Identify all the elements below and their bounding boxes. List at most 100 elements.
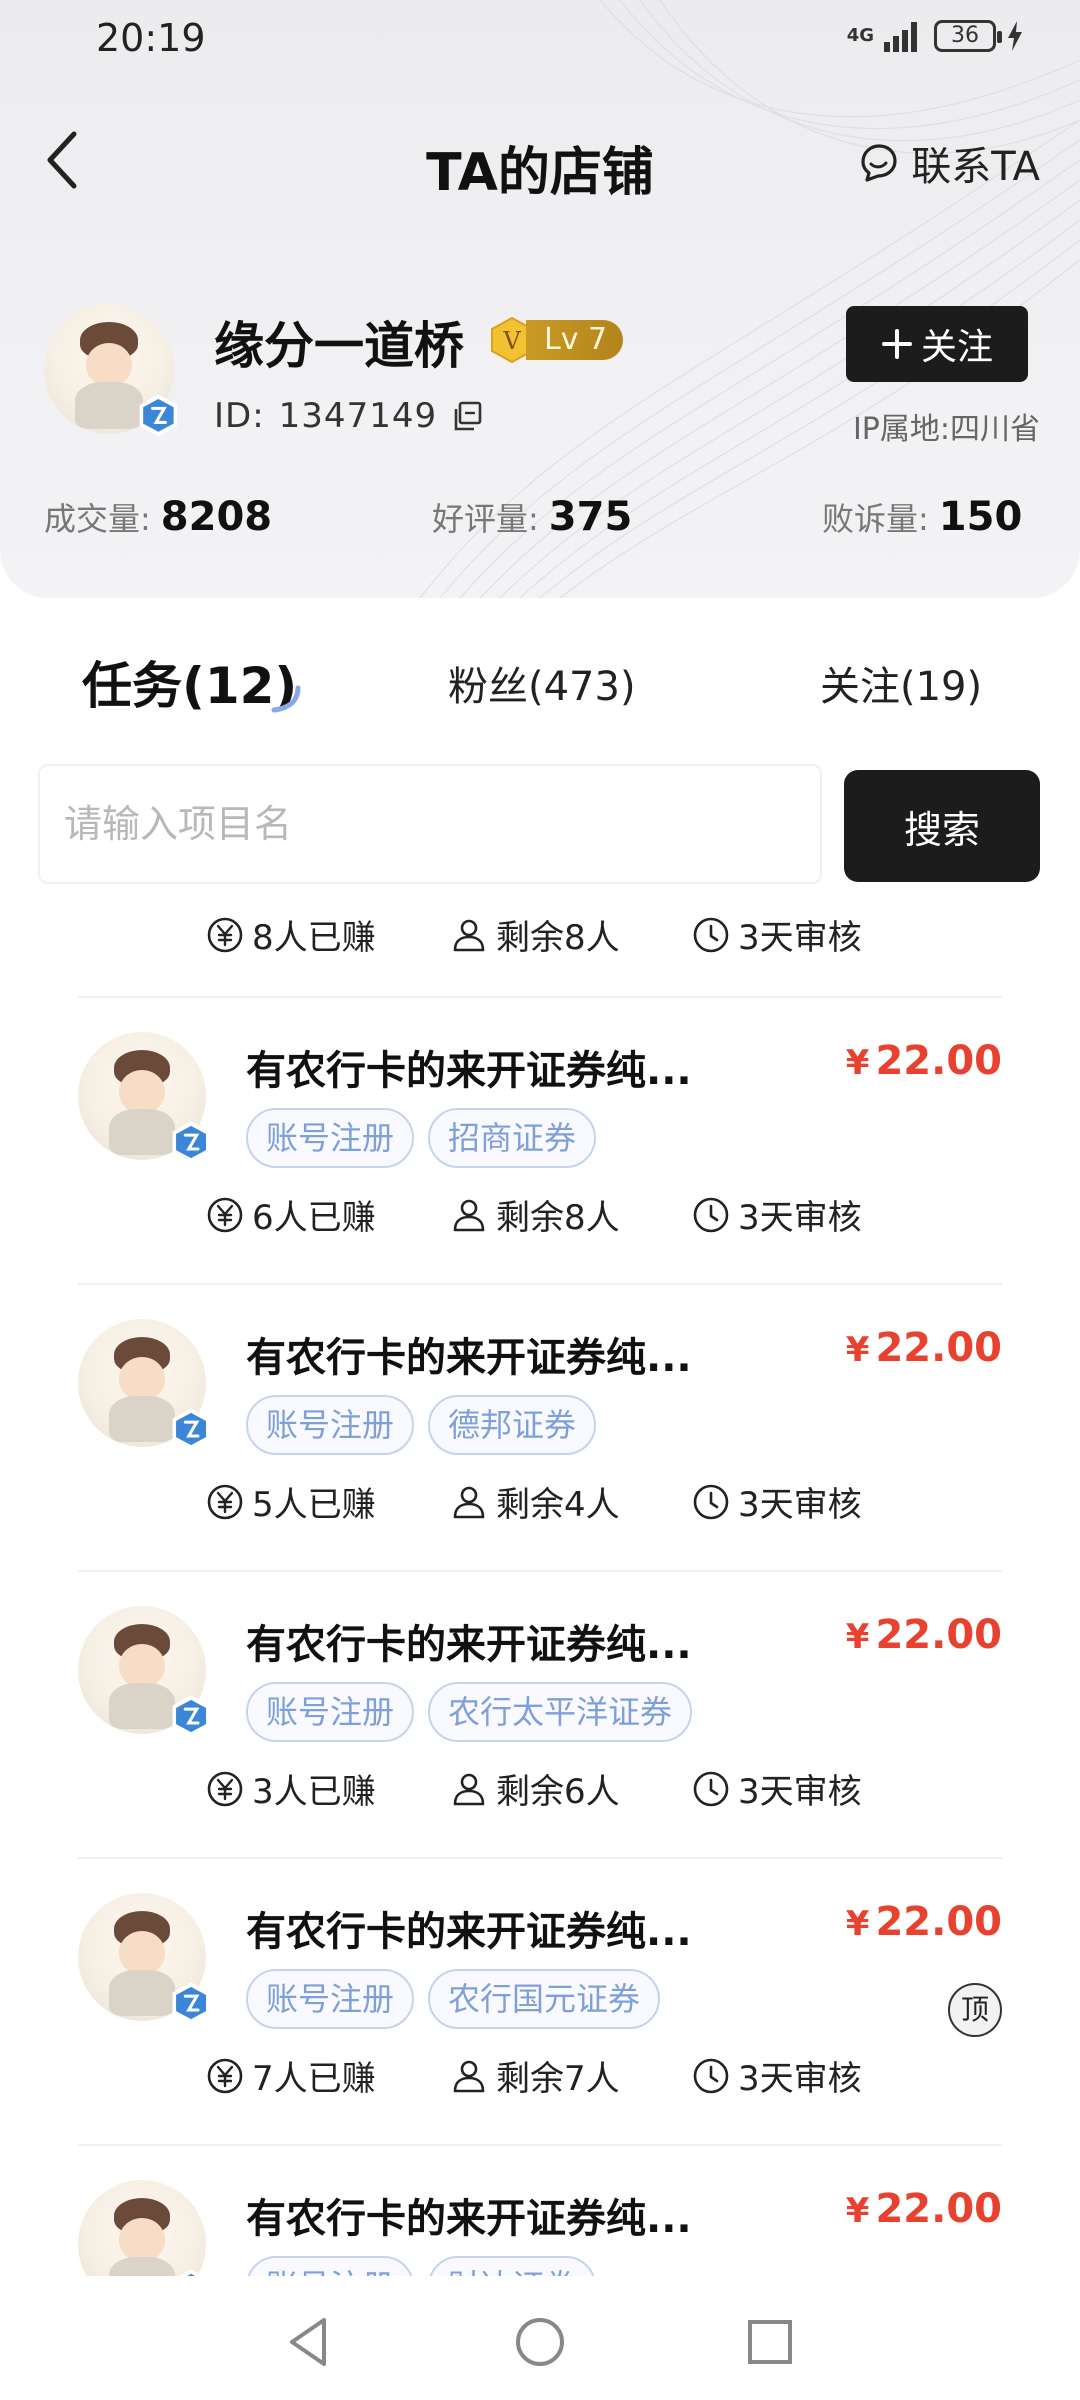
ip-location: IP属地:四川省 xyxy=(852,412,1040,447)
task-tags: 账号注册 德邦证券 xyxy=(246,1395,597,1455)
task-title: 有农行卡的来开证券纯... xyxy=(246,1909,692,1955)
stat-good-reviews: 好评量: 375 xyxy=(432,494,632,540)
earned-count: 3人已赚 xyxy=(252,1772,376,1812)
task-price: ¥22.00 xyxy=(845,2186,1002,2232)
clock-icon xyxy=(693,1197,729,1232)
contact-button[interactable]: 联系TA xyxy=(857,134,1040,192)
task-card[interactable]: 有农行卡的来开证券纯... ¥22.00 账号注册 财达证券 xyxy=(0,2146,1080,2276)
verified-shield-icon xyxy=(172,1121,210,1163)
task-avatar xyxy=(78,1893,210,2024)
charging-icon xyxy=(1008,21,1022,51)
task-tag: 招商证券 xyxy=(428,1108,597,1168)
task-tag: 账号注册 xyxy=(246,2256,415,2276)
task-price: ¥22.00 xyxy=(845,1038,1002,1084)
review-time: 3天审核 xyxy=(738,1198,862,1238)
task-avatar xyxy=(78,1319,210,1450)
search-input[interactable] xyxy=(40,766,820,882)
verified-shield-icon xyxy=(172,1408,210,1450)
task-meta: 6人已赚 剩余8人 3天审核 xyxy=(206,1190,906,1240)
tab-fans[interactable]: 粉丝(473) xyxy=(448,654,636,712)
system-back-icon[interactable] xyxy=(280,2312,340,2372)
id-value: 1347149 xyxy=(278,396,438,436)
task-meta: 7人已赚 剩余7人 3天审核 xyxy=(206,2051,906,2101)
tab-bar: 任务(12) 粉丝(473) 关注(19) xyxy=(0,640,1080,730)
review-time: 3天审核 xyxy=(738,2059,862,2099)
status-time: 20:19 xyxy=(96,16,206,60)
chat-icon xyxy=(861,144,897,182)
task-title: 有农行卡的来开证券纯... xyxy=(246,2196,692,2242)
task-title: 有农行卡的来开证券纯... xyxy=(246,1622,692,1668)
clock-icon xyxy=(693,917,729,952)
task-tags: 账号注册 财达证券 xyxy=(246,2256,597,2276)
task-tags: 账号注册 农行太平洋证券 xyxy=(246,1682,693,1742)
stat-deals: 成交量: 8208 xyxy=(44,494,272,540)
earned-count: 5人已赚 xyxy=(252,1485,376,1525)
task-meta: 3人已赚 剩余6人 3天审核 xyxy=(206,1764,906,1814)
stat-label: 成交量: xyxy=(44,500,151,538)
system-nav-bar xyxy=(0,2276,1080,2400)
signal-icon xyxy=(884,22,917,52)
svg-text:V: V xyxy=(502,327,521,355)
clock-icon xyxy=(693,1484,729,1519)
task-card[interactable]: 有农行卡的来开证券纯... ¥22.00 账号注册 农行太平洋证券 3人已赚 剩… xyxy=(0,1572,1080,1859)
verified-shield-icon xyxy=(172,1982,210,2024)
task-price: ¥22.00 xyxy=(845,1612,1002,1658)
task-tag: 账号注册 xyxy=(246,1682,415,1742)
earned-count: 6人已赚 xyxy=(252,1198,376,1238)
stat-value: 8208 xyxy=(160,494,273,540)
task-price: ¥22.00 xyxy=(845,1899,1002,1945)
profile-name: 缘分一道桥 xyxy=(214,317,464,375)
yuan-coin-icon xyxy=(207,1771,243,1806)
task-tag: 账号注册 xyxy=(246,1969,415,2029)
vip-level: Lv 7 xyxy=(526,320,624,360)
task-card[interactable]: 有农行卡的来开证券纯... ¥22.00 顶 账号注册 农行国元证券 7人已赚 … xyxy=(0,1859,1080,2146)
task-title: 有农行卡的来开证券纯... xyxy=(246,1048,692,1094)
tab-following[interactable]: 关注(19) xyxy=(820,654,982,712)
person-icon xyxy=(453,1773,485,1805)
review-time: 3天审核 xyxy=(738,1485,862,1525)
yuan-coin-icon xyxy=(207,1484,243,1519)
remaining-count: 剩余8人 xyxy=(496,1198,620,1238)
verified-shield-icon xyxy=(139,394,178,437)
stat-label: 好评量: xyxy=(432,500,539,538)
stat-value: 150 xyxy=(938,494,1023,540)
task-card[interactable]: 有农行卡的来开证券纯... ¥22.00 账号注册 招商证券 6人已赚 剩余8人… xyxy=(0,998,1080,1285)
yuan-coin-icon xyxy=(207,917,243,952)
search-box xyxy=(38,764,822,884)
profile-avatar[interactable] xyxy=(44,304,178,437)
clock-icon xyxy=(693,1771,729,1806)
copy-icon[interactable] xyxy=(451,400,483,432)
follow-label: 关注 xyxy=(920,327,993,368)
vip-badge: V Lv 7 xyxy=(488,316,624,364)
task-tag: 农行太平洋证券 xyxy=(428,1682,693,1742)
partial-task-meta: 8人已赚 剩余8人 3天审核 xyxy=(206,910,906,960)
task-list[interactable]: 8人已赚 剩余8人 3天审核 有农行卡的来开证券纯... ¥22.00 账号注册 xyxy=(0,900,1080,2276)
stat-value: 375 xyxy=(548,494,633,540)
remaining-count: 剩余7人 xyxy=(496,2059,620,2099)
person-icon xyxy=(453,919,485,951)
task-avatar xyxy=(78,2180,206,2276)
profile-id: ID: 1347149 xyxy=(214,396,483,436)
task-tags: 账号注册 招商证券 xyxy=(246,1108,597,1168)
plus-icon xyxy=(881,329,912,359)
nav-bar: TA的店铺 联系TA xyxy=(0,110,1080,210)
network-label: 4G xyxy=(846,25,874,46)
status-bar: 20:19 4G 36 xyxy=(0,0,1080,80)
system-recents-icon[interactable] xyxy=(740,2312,800,2372)
task-tag: 财达证券 xyxy=(428,2256,597,2276)
battery-icon: 36 xyxy=(934,20,1002,52)
search-button[interactable]: 搜索 xyxy=(844,770,1040,882)
review-time: 3天审核 xyxy=(738,1772,862,1812)
task-avatar xyxy=(78,1032,210,1163)
person-icon xyxy=(453,1199,485,1231)
task-tag: 账号注册 xyxy=(246,1395,415,1455)
system-home-icon[interactable] xyxy=(510,2312,570,2372)
tab-tasks[interactable]: 任务(12) xyxy=(82,646,297,718)
tab-active-indicator-icon xyxy=(271,685,301,713)
contact-label: 联系TA xyxy=(911,144,1040,190)
task-card[interactable]: 有农行卡的来开证券纯... ¥22.00 账号注册 德邦证券 5人已赚 剩余4人… xyxy=(0,1285,1080,1572)
follow-button[interactable]: 关注 xyxy=(846,306,1028,382)
id-label: ID: xyxy=(214,396,265,436)
status-icons: 4G 36 xyxy=(847,20,1024,52)
remaining-count: 剩余6人 xyxy=(496,1772,620,1812)
